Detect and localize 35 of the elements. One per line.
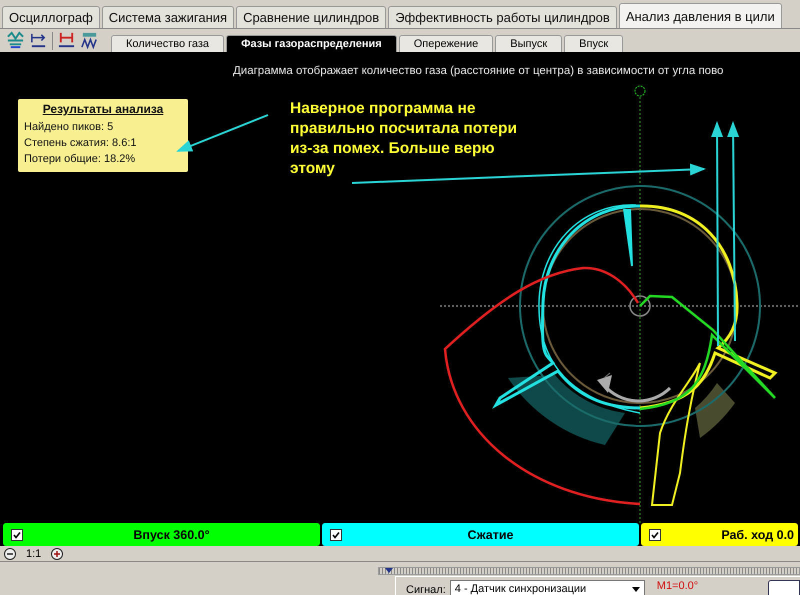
peaks-icon[interactable] bbox=[80, 31, 99, 50]
tab[interactable]: Анализ давления в цили bbox=[618, 3, 782, 28]
zoom-level: 1:1 bbox=[25, 548, 42, 560]
marker-reading: M1=0.0° bbox=[656, 580, 698, 592]
checkbox[interactable] bbox=[330, 528, 342, 540]
splitter-handle[interactable] bbox=[378, 567, 800, 575]
tab[interactable]: Эффективность работы цилиндров bbox=[388, 6, 617, 28]
subtab[interactable]: Опережение bbox=[398, 35, 494, 52]
ruler-icon[interactable] bbox=[29, 31, 48, 50]
tab[interactable]: Система зажигания bbox=[102, 6, 234, 28]
subtab[interactable]: Впуск bbox=[564, 35, 624, 52]
tab[interactable]: Осциллограф bbox=[2, 6, 100, 28]
diagram-caption: Диаграмма отображает количество газа (расстояние от центра) в зависимости от угла пово bbox=[233, 65, 724, 77]
phase-label: Раб. ход 0.0 bbox=[720, 528, 795, 542]
phase-label: Впуск 360.0° bbox=[132, 528, 211, 542]
results-line: Найдено пиков: 5 bbox=[24, 120, 114, 135]
checkbox[interactable] bbox=[11, 528, 23, 540]
results-line: Потери общие: 18.2% bbox=[24, 152, 136, 167]
annotation-text: Наверное программа не правильно посчитала потери из-за помех. Больше верю этому bbox=[290, 99, 518, 179]
tab[interactable]: Сравнение цилиндров bbox=[236, 6, 386, 28]
results-title: Результаты анализа bbox=[42, 102, 164, 116]
scale-icon[interactable] bbox=[57, 31, 76, 50]
zoom-in-icon[interactable] bbox=[50, 546, 64, 560]
waveform-icon[interactable] bbox=[6, 31, 25, 50]
results-line: Степень сжатия: 8.6:1 bbox=[24, 136, 138, 151]
zoom-out-icon[interactable] bbox=[3, 546, 17, 560]
caret-icon bbox=[632, 586, 640, 592]
subtab[interactable]: Фазы газораспределения bbox=[226, 35, 397, 52]
subtab[interactable]: Количество газа bbox=[111, 35, 224, 52]
subtab[interactable]: Выпуск bbox=[495, 35, 562, 52]
signal-dropdown[interactable]: 4 - Датчик синхронизации bbox=[450, 580, 645, 595]
phase-label: Сжатие bbox=[466, 528, 514, 542]
panel-box bbox=[768, 580, 800, 595]
signal-label: Сигнал: bbox=[406, 584, 446, 595]
checkbox[interactable] bbox=[649, 528, 661, 540]
